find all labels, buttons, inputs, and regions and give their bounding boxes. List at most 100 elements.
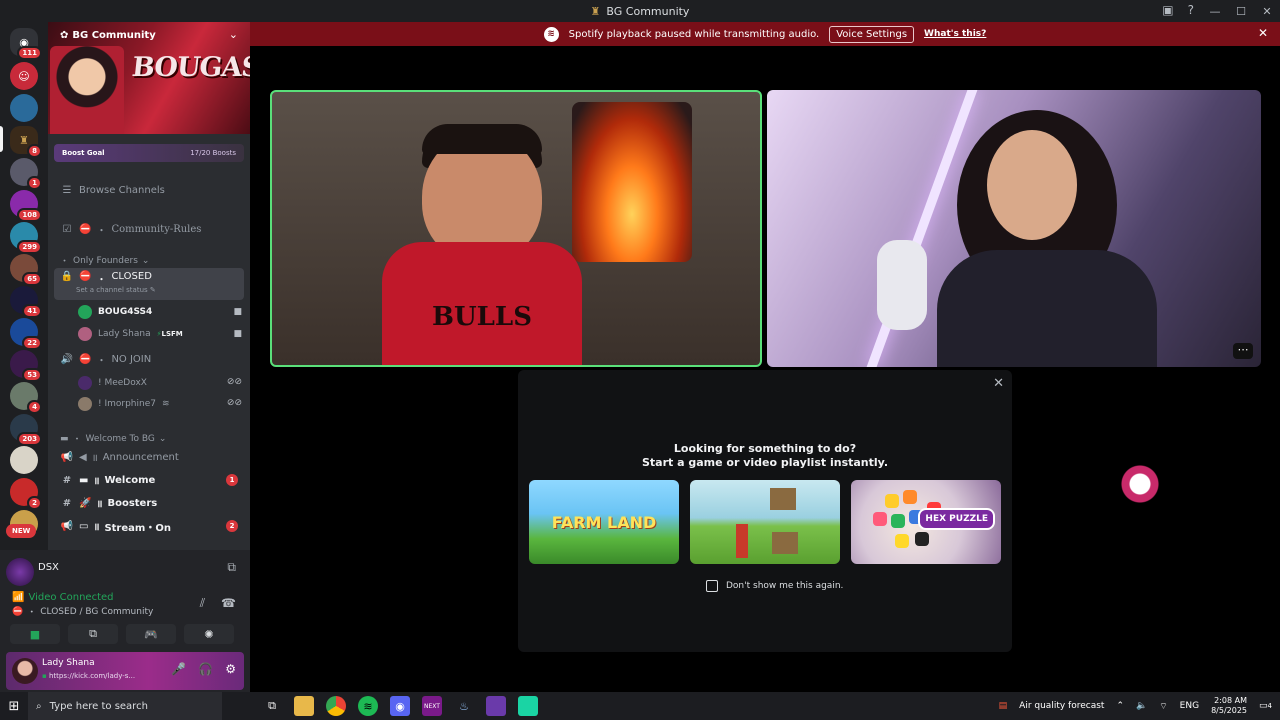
spotify-icon[interactable]: ≋ — [358, 696, 378, 716]
server-icon[interactable]: ☺ — [10, 62, 38, 90]
task-view-icon[interactable]: ⧉ — [262, 696, 282, 716]
voice-server-name[interactable]: DSX — [38, 562, 59, 573]
channel-welcome[interactable]: # ▬ ॥ Welcome 1 — [54, 470, 244, 490]
server-icon[interactable]: 203 — [10, 414, 42, 446]
camera-icon: ■ — [233, 329, 242, 339]
more-options-icon[interactable]: ⋯ — [1233, 343, 1253, 359]
camera-button[interactable]: ■ — [10, 624, 60, 644]
taskbar-search[interactable]: ⌕ Type here to search — [28, 692, 222, 720]
server-icon[interactable]: 108 — [10, 190, 42, 222]
server-icon[interactable] — [10, 94, 38, 122]
rocket-icon: 🚀 — [79, 497, 92, 509]
browse-channels-label: Browse Channels — [79, 184, 165, 196]
user-name: Lady Shana — [42, 658, 95, 668]
block — [770, 488, 796, 510]
language-indicator[interactable]: ENG — [1180, 701, 1199, 711]
channel-community-rules[interactable]: ☑ ⛔ ・ Community-Rules — [54, 219, 244, 239]
voice-user-meedoxx[interactable]: ! MeeDoxX — [78, 374, 147, 392]
channel-stream-on[interactable]: 📢 ▭ ॥ Stream・On 2 — [54, 516, 244, 536]
game-card-farm-land[interactable]: FARM LAND — [529, 480, 679, 564]
checkbox[interactable] — [706, 580, 718, 592]
server-icon[interactable]: 53 — [10, 350, 42, 382]
voice-server-icon — [6, 558, 34, 586]
connected-channel: ⛔ ・ CLOSED / BG Community — [12, 605, 153, 619]
whats-this-link[interactable]: What's this? — [924, 29, 986, 39]
hex-tile — [903, 490, 917, 504]
activity-button[interactable]: 🎮 — [126, 624, 176, 644]
connection-label: Video Connected — [28, 592, 114, 603]
screen-share-icon[interactable]: ⧉ — [227, 560, 236, 575]
server-icon[interactable]: 299 — [10, 222, 42, 254]
network-icon[interactable]: ⌔ — [1159, 701, 1167, 712]
server-icon[interactable] — [10, 446, 38, 474]
category-only-founders[interactable]: ・ Only Founders ⌄ — [60, 254, 149, 268]
windows-start-icon[interactable]: ⊞ — [0, 699, 28, 714]
video-tile-lady-shana[interactable]: ⋯ — [767, 90, 1261, 367]
selected-server-pill — [0, 126, 3, 152]
boost-goal-bar[interactable]: Boost Goal 17/20 Boosts — [54, 144, 244, 162]
hex-tile — [885, 494, 899, 508]
user-status-text: https://kick.com/lady-s... — [48, 672, 136, 680]
weather-label[interactable]: Air quality forecast — [1019, 701, 1104, 711]
server-icon[interactable]: 2 — [10, 478, 42, 510]
browse-channels[interactable]: ☰ Browse Channels — [54, 180, 244, 200]
server-icon-bg[interactable]: ♜ 8 — [10, 126, 42, 158]
voice-user-imorphine7[interactable]: ! Imorphine7 ≋ — [78, 395, 170, 413]
server-icon[interactable]: 22 — [10, 318, 42, 350]
discord-icon[interactable]: ◉ — [390, 696, 410, 716]
game-card-blocks[interactable] — [690, 480, 840, 564]
channel-boosters[interactable]: # 🚀 ॥ Boosters — [54, 493, 244, 513]
voice-channel-closed[interactable]: 🔒 ⛔ ・ CLOSED — [54, 268, 244, 300]
maximize-button[interactable]: ☐ — [1228, 5, 1254, 18]
muted-deafened-icon: ⊘⊘ — [226, 377, 242, 387]
screen-share-button[interactable]: ⧉ — [68, 624, 118, 644]
help-icon[interactable]: ? — [1188, 3, 1194, 17]
floating-avatar[interactable] — [1112, 456, 1168, 512]
channel-announcement[interactable]: 📢 ◀ ॥ Announcement — [54, 447, 244, 467]
headphones-icon[interactable]: 🎧 — [198, 662, 213, 676]
close-window-button[interactable]: ✕ — [1254, 5, 1280, 18]
server-icon[interactable]: 41 — [10, 286, 42, 318]
game-card-hex-puzzle[interactable]: HEX PUZZLE — [851, 480, 1001, 564]
video-tile-boug4ss4[interactable]: BULLS — [270, 90, 762, 367]
category-welcome[interactable]: ▬ ・ Welcome To BG ⌄ — [60, 432, 166, 446]
window-title: ♜ BG Community — [591, 5, 690, 18]
voice-user-boug4ss4[interactable]: BOUG4SS4 — [78, 303, 152, 321]
microphone-icon[interactable]: 🎤 — [171, 662, 186, 676]
clock[interactable]: 2:08 AM 8/5/2025 — [1211, 696, 1247, 716]
app-icon[interactable] — [518, 696, 538, 716]
channel-label: Boosters — [107, 497, 158, 509]
chrome-icon[interactable] — [326, 696, 346, 716]
voice-channel-no-join[interactable]: 🔊 ⛔ ・ NO JOIN — [54, 349, 244, 369]
server-banner[interactable]: BOUGASSAA ✿ BG Community ⌄ — [48, 22, 250, 134]
server-icon[interactable]: 65 — [10, 254, 42, 286]
soundboard-button[interactable]: ✺ — [184, 624, 234, 644]
connection-status[interactable]: 📶 Video Connected — [12, 592, 114, 603]
chevron-down-icon[interactable]: ⌄ — [229, 28, 238, 41]
server-icon[interactable]: 1 — [10, 158, 42, 190]
volume-icon[interactable]: 🔈 — [1136, 701, 1147, 711]
gear-icon[interactable]: ⚙ — [225, 662, 236, 676]
server-header[interactable]: ✿ BG Community — [60, 30, 156, 41]
voice-settings-button[interactable]: Voice Settings — [829, 25, 915, 43]
next-icon[interactable]: NEXT — [422, 696, 442, 716]
no-entry-icon: ⛔ — [79, 353, 92, 365]
app-icon[interactable] — [486, 696, 506, 716]
minimize-button[interactable]: — — [1202, 5, 1228, 18]
checkbox-icon: ☑ — [62, 223, 72, 235]
noise-suppression-icon[interactable]: ⫽ — [200, 596, 205, 611]
close-icon[interactable]: ✕ — [993, 376, 1004, 391]
dont-show-checkbox[interactable]: Don't show me this again. — [706, 580, 843, 592]
user-avatar[interactable] — [12, 658, 38, 684]
notification-icon[interactable]: ▭4 — [1259, 701, 1272, 711]
steam-icon[interactable]: ♨ — [454, 696, 474, 716]
close-notice-icon[interactable]: ✕ — [1258, 26, 1268, 40]
server-home[interactable]: ◉ 111 — [10, 28, 42, 60]
server-icon[interactable]: 4 — [10, 382, 42, 414]
disconnect-icon[interactable]: ☎ — [221, 596, 236, 611]
set-status-link[interactable]: Set a channel status ✎ — [76, 286, 156, 294]
file-explorer-icon[interactable] — [294, 696, 314, 716]
inbox-icon[interactable]: ▣ — [1162, 3, 1173, 17]
voice-user-lady-shana[interactable]: Lady Shana ⚡LSFM — [78, 325, 183, 343]
chevron-up-icon[interactable]: ⌃ — [1116, 701, 1124, 711]
